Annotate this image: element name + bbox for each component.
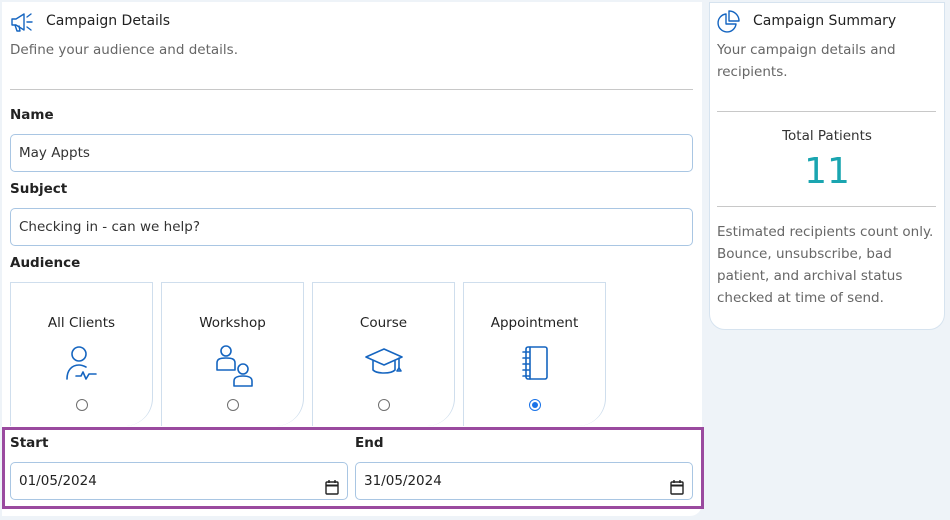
subject-input[interactable] bbox=[10, 208, 693, 246]
audience-option-label: Workshop bbox=[199, 315, 266, 331]
pie-chart-icon bbox=[716, 10, 740, 38]
audience-label: Audience bbox=[10, 255, 81, 271]
audience-option-all-clients[interactable]: All Clients bbox=[10, 282, 153, 426]
name-label: Name bbox=[10, 107, 54, 123]
start-label: Start bbox=[10, 435, 49, 451]
audience-radio[interactable] bbox=[226, 399, 239, 411]
audience-radio[interactable] bbox=[75, 399, 88, 411]
total-patients-label: Total Patients bbox=[782, 128, 872, 144]
person-pulse-icon bbox=[62, 343, 102, 387]
audience-option-workshop[interactable]: Workshop bbox=[161, 282, 304, 426]
calendar-icon[interactable] bbox=[670, 473, 684, 509]
group-icon bbox=[211, 343, 255, 391]
audience-option-label: Course bbox=[359, 315, 408, 331]
audience-radio[interactable] bbox=[377, 399, 390, 411]
audience-option-label: Appointment bbox=[490, 315, 579, 331]
total-patients-value: 11 bbox=[804, 151, 850, 192]
summary-title: Campaign Summary bbox=[753, 13, 897, 29]
details-subtitle: Define your audience and details. bbox=[10, 42, 238, 58]
calendar-icon[interactable] bbox=[325, 473, 339, 509]
megaphone-icon bbox=[9, 10, 35, 38]
summary-note: Estimated recipients count only. Bounce,… bbox=[717, 224, 934, 306]
end-date-input[interactable]: 31/05/2024 bbox=[355, 462, 693, 500]
name-input[interactable] bbox=[10, 134, 693, 172]
details-title: Campaign Details bbox=[46, 13, 171, 29]
audience-option-appointment[interactable]: Appointment bbox=[463, 282, 606, 426]
summary-divider-bottom bbox=[717, 206, 936, 207]
subject-label: Subject bbox=[10, 181, 68, 197]
graduation-cap-icon bbox=[364, 343, 404, 387]
summary-divider-top bbox=[717, 111, 936, 112]
audience-radio-selected[interactable] bbox=[528, 399, 541, 411]
details-divider bbox=[10, 89, 693, 90]
end-date-value: 31/05/2024 bbox=[364, 473, 442, 489]
summary-subtitle: Your campaign details and recipients. bbox=[717, 42, 896, 80]
notebook-icon bbox=[517, 343, 553, 387]
audience-option-course[interactable]: Course bbox=[312, 282, 455, 426]
end-label: End bbox=[355, 435, 384, 451]
start-date-value: 01/05/2024 bbox=[19, 473, 97, 489]
start-date-input[interactable]: 01/05/2024 bbox=[10, 462, 348, 500]
audience-option-label: All Clients bbox=[47, 315, 116, 331]
